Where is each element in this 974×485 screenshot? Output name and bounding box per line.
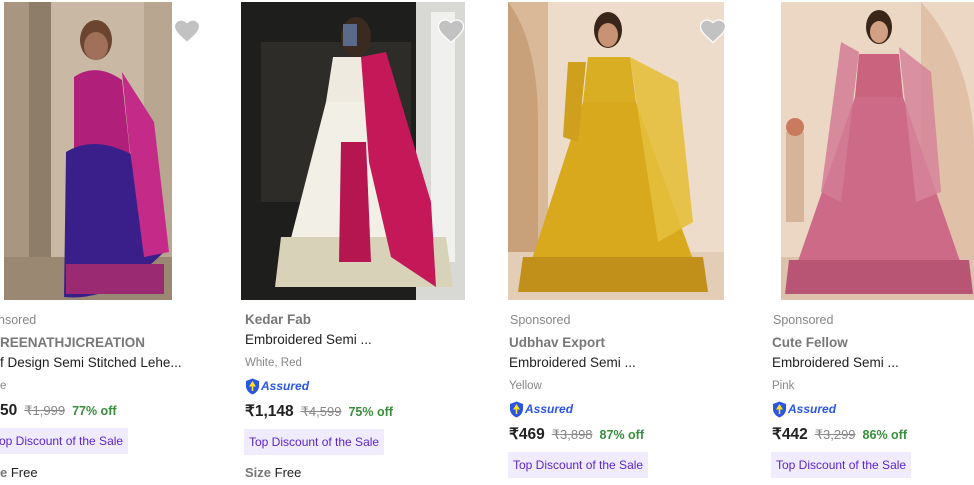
- product-card[interactable]: Sponsored Cute Fellow Embroidered Semi .…: [768, 0, 974, 485]
- size-value: Free: [10, 465, 38, 480]
- price-row: 50 ₹1,999 77% off: [0, 402, 117, 420]
- wishlist-heart-icon[interactable]: [698, 16, 728, 44]
- lehenga-photo-yellow: [508, 2, 724, 300]
- product-title[interactable]: Embroidered Semi ...: [245, 332, 372, 347]
- size-info: e Free: [0, 465, 38, 480]
- brand-name: Udbhav Export: [509, 335, 606, 350]
- product-card[interactable]: nsored REENATHJICREATION f Design Semi S…: [0, 0, 202, 485]
- wishlist-heart-icon[interactable]: [436, 16, 466, 44]
- brand-name: Cute Fellow: [772, 335, 848, 350]
- original-price: ₹3,299: [814, 427, 856, 442]
- product-title[interactable]: Embroidered Semi ...: [772, 355, 899, 370]
- variant-text: e: [0, 380, 7, 392]
- original-price: ₹1,999: [24, 403, 66, 418]
- discount-percent: 77% off: [72, 404, 117, 418]
- assured-badge: Assured: [772, 400, 836, 418]
- price-row: ₹1,148 ₹4,599 75% off: [245, 402, 393, 421]
- product-title[interactable]: Embroidered Semi ...: [509, 355, 636, 370]
- price: 50: [0, 402, 18, 419]
- top-discount-badge: Top Discount of the Sale: [244, 429, 385, 455]
- lehenga-photo-pink: [781, 2, 974, 300]
- top-discount-badge: Top Discount of the Sale: [771, 452, 912, 478]
- sponsored-label: nsored: [0, 313, 37, 327]
- product-image[interactable]: [781, 2, 974, 300]
- original-price: ₹3,898: [551, 427, 593, 442]
- product-card[interactable]: Sponsored Udbhav Export Embroidered Semi…: [504, 0, 744, 485]
- size-label: Size: [245, 465, 272, 480]
- price: ₹469: [509, 426, 545, 443]
- size-label: e: [0, 465, 8, 480]
- sponsored-label: Sponsored: [510, 313, 571, 327]
- size-value: Free: [274, 465, 302, 480]
- top-discount-badge: op Discount of the Sale: [0, 428, 129, 454]
- brand-name: Kedar Fab: [245, 312, 312, 327]
- original-price: ₹4,599: [300, 404, 342, 419]
- assured-shield-icon: [773, 401, 786, 417]
- price: ₹442: [772, 426, 808, 443]
- discount-percent: 87% off: [599, 428, 644, 442]
- assured-shield-icon: [510, 401, 523, 417]
- product-card[interactable]: Kedar Fab Embroidered Semi ... White, Re…: [240, 0, 480, 485]
- sponsored-label: Sponsored: [773, 313, 834, 327]
- variant-text: White, Red: [245, 357, 302, 369]
- product-image[interactable]: [508, 2, 724, 300]
- assured-badge: Assured: [509, 400, 573, 418]
- price: ₹1,148: [245, 403, 294, 420]
- wishlist-heart-icon[interactable]: [172, 16, 202, 44]
- assured-shield-icon: [246, 378, 259, 394]
- discount-percent: 86% off: [862, 428, 907, 442]
- variant-text: Yellow: [509, 380, 542, 392]
- lehenga-photo-white-red: [241, 2, 465, 300]
- brand-name: REENATHJICREATION: [0, 335, 146, 350]
- discount-percent: 75% off: [348, 405, 393, 419]
- assured-text: Assured: [261, 379, 310, 393]
- product-image[interactable]: [241, 2, 465, 300]
- product-image[interactable]: [4, 2, 172, 300]
- top-discount-badge: Top Discount of the Sale: [508, 452, 649, 478]
- saree-photo: [4, 2, 172, 300]
- assured-text: Assured: [788, 402, 837, 416]
- product-title[interactable]: f Design Semi Stitched Lehe...: [0, 355, 182, 370]
- price-row: ₹469 ₹3,898 87% off: [509, 425, 644, 444]
- assured-text: Assured: [525, 402, 574, 416]
- size-info: Size Free: [245, 465, 301, 480]
- price-row: ₹442 ₹3,299 86% off: [772, 425, 907, 444]
- assured-badge: Assured: [245, 377, 309, 395]
- variant-text: Pink: [772, 380, 795, 392]
